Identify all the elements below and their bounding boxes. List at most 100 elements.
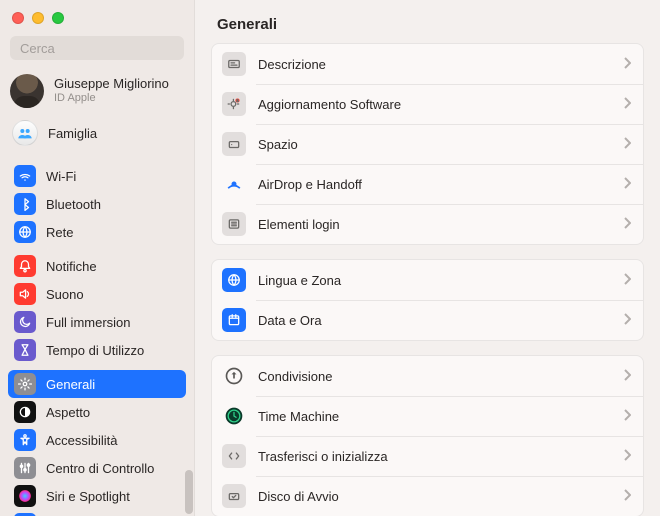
- settings-row-label: Trasferisci o inizializza: [258, 449, 623, 464]
- settings-row-label: Spazio: [258, 137, 623, 152]
- sidebar-item-privacy[interactable]: Privacy e sicurezza: [8, 510, 186, 516]
- close-window-button[interactable]: [12, 12, 24, 24]
- chevron-right-icon: [623, 217, 631, 232]
- avatar: [10, 74, 44, 108]
- arrows-icon: [222, 444, 246, 468]
- settings-row-airdrop[interactable]: AirDrop e Handoff: [212, 164, 643, 204]
- calendar-icon: [222, 308, 246, 332]
- sliders-icon: [14, 457, 36, 479]
- sidebar-item-label: Siri e Spotlight: [46, 489, 130, 504]
- hourglass-icon: [14, 339, 36, 361]
- sidebar-item-label: Notifiche: [46, 259, 97, 274]
- settings-row-label: Elementi login: [258, 217, 623, 232]
- startup-icon: [222, 484, 246, 508]
- settings-row-dataora[interactable]: Data e Ora: [212, 300, 643, 340]
- minimize-window-button[interactable]: [32, 12, 44, 24]
- moon-icon: [14, 311, 36, 333]
- sidebar-item-notifiche[interactable]: Notifiche: [8, 252, 186, 280]
- sidebar-item-label: Accessibilità: [46, 433, 118, 448]
- zoom-window-button[interactable]: [52, 12, 64, 24]
- sidebar-item-label: Tempo di Utilizzo: [46, 343, 144, 358]
- sidebar-item-siri[interactable]: Siri e Spotlight: [8, 482, 186, 510]
- user-name: Giuseppe Migliorino: [54, 77, 169, 92]
- chevron-right-icon: [623, 313, 631, 328]
- settings-row-label: Descrizione: [258, 57, 623, 72]
- info-card-icon: [222, 52, 246, 76]
- settings-row-timemachine[interactable]: Time Machine: [212, 396, 643, 436]
- page-title: Generali: [211, 14, 644, 43]
- settings-row-login[interactable]: Elementi login: [212, 204, 643, 244]
- chevron-right-icon: [623, 137, 631, 152]
- sidebar-item-rete[interactable]: Rete: [8, 218, 186, 246]
- settings-group: Condivisione Time Machine Trasferisci o in…: [211, 355, 644, 516]
- share-icon: [222, 364, 246, 388]
- family-icon: [12, 120, 38, 146]
- settings-row-descrizione[interactable]: Descrizione: [212, 44, 643, 84]
- settings-group: Lingua e Zona Data e Ora: [211, 259, 644, 341]
- sidebar-item-controllo[interactable]: Centro di Controllo: [8, 454, 186, 482]
- chevron-right-icon: [623, 57, 631, 72]
- globe-icon: [14, 221, 36, 243]
- sidebar-item-label: Full immersion: [46, 315, 131, 330]
- settings-row-label: Aggiornamento Software: [258, 97, 623, 112]
- bell-icon: [14, 255, 36, 277]
- settings-row-discoavvio[interactable]: Disco di Avvio: [212, 476, 643, 516]
- sidebar-item-label: Wi-Fi: [46, 169, 76, 184]
- settings-row-label: AirDrop e Handoff: [258, 177, 623, 192]
- chevron-right-icon: [623, 449, 631, 464]
- wifi-icon: [14, 165, 36, 187]
- globe-icon: [222, 268, 246, 292]
- scrollbar-thumb[interactable]: [185, 470, 193, 514]
- settings-row-label: Data e Ora: [258, 313, 623, 328]
- sidebar-item-suono[interactable]: Suono: [8, 280, 186, 308]
- settings-row-label: Lingua e Zona: [258, 273, 623, 288]
- settings-row-label: Disco di Avvio: [258, 489, 623, 504]
- settings-row-aggiornamento[interactable]: 1 Aggiornamento Software: [212, 84, 643, 124]
- disk-icon: [222, 132, 246, 156]
- sidebar-item-label: Aspetto: [46, 405, 90, 420]
- search-input[interactable]: [20, 41, 196, 56]
- sidebar: Giuseppe Migliorino ID Apple Famiglia Wi…: [0, 0, 195, 516]
- sidebar-item-focus[interactable]: Full immersion: [8, 308, 186, 336]
- sidebar-item-label: Centro di Controllo: [46, 461, 154, 476]
- sidebar-item-wifi[interactable]: Wi-Fi: [8, 162, 186, 190]
- sidebar-item-aspetto[interactable]: Aspetto: [8, 398, 186, 426]
- chevron-right-icon: [623, 489, 631, 504]
- settings-row-condivisione[interactable]: Condivisione: [212, 356, 643, 396]
- settings-group: Descrizione 1 Aggiornamento Software Spazio…: [211, 43, 644, 245]
- sidebar-item-generali[interactable]: Generali: [8, 370, 186, 398]
- chevron-right-icon: [623, 97, 631, 112]
- sidebar-item-label: Bluetooth: [46, 197, 101, 212]
- sidebar-list: Wi-Fi Bluetooth Rete Notifiche Suono Full imm…: [0, 156, 194, 516]
- gear-icon: [14, 373, 36, 395]
- aspect-icon: [14, 401, 36, 423]
- siri-icon: [14, 485, 36, 507]
- chevron-right-icon: [623, 409, 631, 424]
- sidebar-item-label: Rete: [46, 225, 73, 240]
- chevron-right-icon: [623, 273, 631, 288]
- sound-icon: [14, 283, 36, 305]
- access-icon: [14, 429, 36, 451]
- user-sub: ID Apple: [54, 92, 169, 105]
- family-row[interactable]: Famiglia: [0, 116, 194, 156]
- window-controls: [0, 0, 194, 32]
- settings-row-trasferisci[interactable]: Trasferisci o inizializza: [212, 436, 643, 476]
- content-pane: Generali Descrizione 1 Aggiornamento Softw…: [195, 0, 660, 516]
- sidebar-item-tempo[interactable]: Tempo di Utilizzo: [8, 336, 186, 364]
- sidebar-item-access[interactable]: Accessibilità: [8, 426, 186, 454]
- settings-row-lingua[interactable]: Lingua e Zona: [212, 260, 643, 300]
- settings-row-spazio[interactable]: Spazio: [212, 124, 643, 164]
- bluetooth-icon: [14, 193, 36, 215]
- list-icon: [222, 212, 246, 236]
- gear-badge-icon: 1: [222, 92, 246, 116]
- sidebar-item-label: Suono: [46, 287, 84, 302]
- family-label: Famiglia: [48, 126, 97, 141]
- settings-row-label: Time Machine: [258, 409, 623, 424]
- sidebar-item-bluetooth[interactable]: Bluetooth: [8, 190, 186, 218]
- sidebar-item-label: Generali: [46, 377, 95, 392]
- apple-id-row[interactable]: Giuseppe Migliorino ID Apple: [0, 66, 194, 116]
- settings-row-label: Condivisione: [258, 369, 623, 384]
- chevron-right-icon: [623, 369, 631, 384]
- timemachine-icon: [222, 404, 246, 428]
- search-field[interactable]: [10, 36, 184, 60]
